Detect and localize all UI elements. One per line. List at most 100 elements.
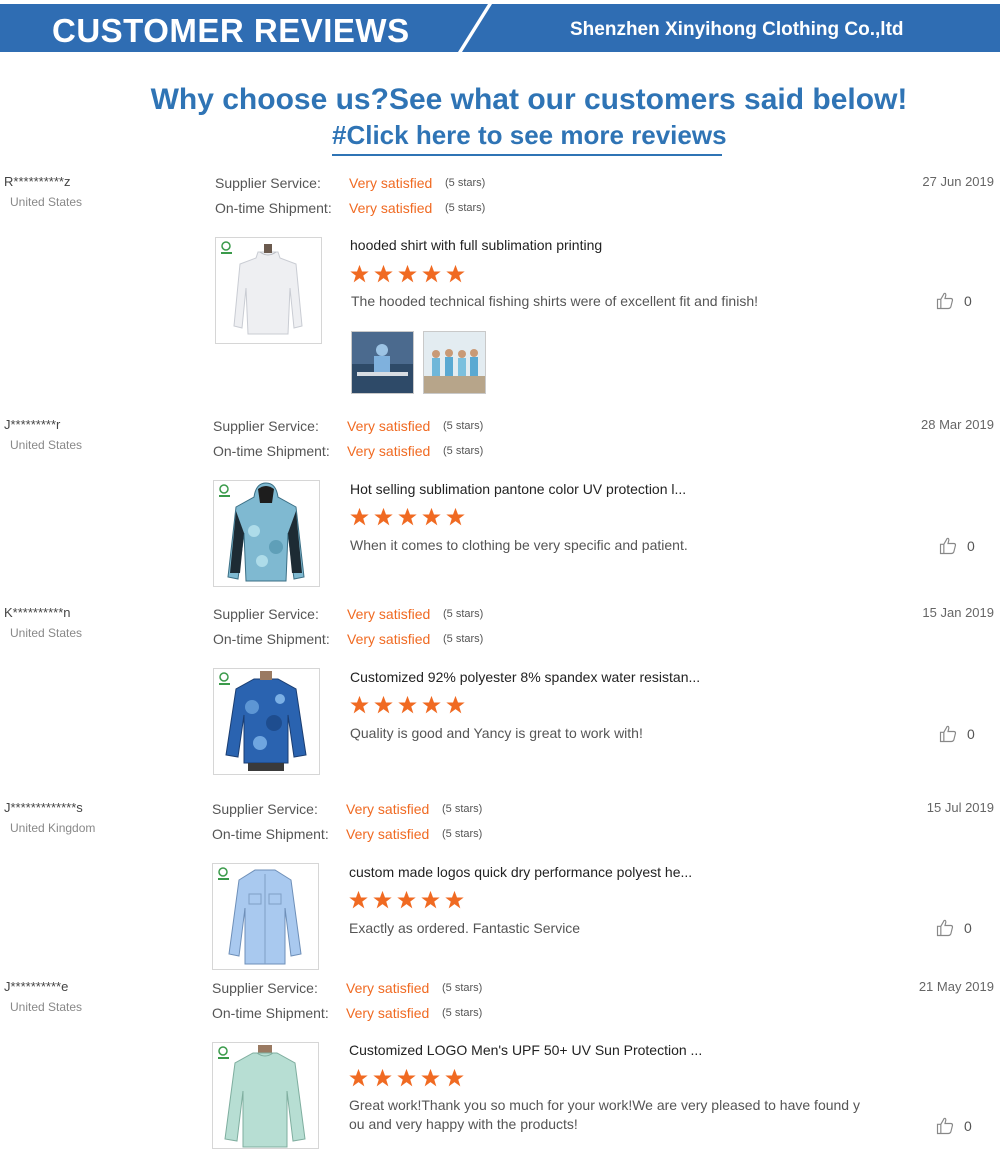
reviewer-country: United Kingdom: [10, 821, 96, 835]
customer-photo[interactable]: [423, 331, 486, 394]
like-count: 0: [964, 920, 972, 936]
review-date: 15 Jul 2019: [926, 800, 994, 815]
reviewer-country: United States: [10, 1000, 83, 1014]
shipment-value: Very satisfied: [349, 200, 433, 216]
supplier-service-stars: (5 stars): [442, 982, 483, 994]
star-icon: [397, 890, 416, 909]
product-title[interactable]: Customized LOGO Men's UPF 50+ UV Sun Pro…: [349, 1042, 702, 1058]
supplier-service-label: Supplier Service:: [212, 980, 318, 996]
boat-photo-image: [352, 332, 413, 393]
review-comment: Exactly as ordered. Fantastic Service: [349, 920, 581, 936]
group-photo-image: [424, 332, 485, 393]
star-icon: [422, 507, 441, 526]
star-icon: [446, 264, 465, 283]
supplier-service-stars: (5 stars): [445, 177, 486, 189]
thumbs-up-icon: [939, 725, 957, 743]
star-icon: [349, 890, 368, 909]
product-title[interactable]: Hot selling sublimation pantone color UV…: [350, 481, 686, 497]
star-icon: [398, 264, 417, 283]
like-count: 0: [964, 1118, 972, 1134]
like-button[interactable]: 0: [935, 918, 972, 938]
star-icon: [350, 264, 369, 283]
product-thumbnail[interactable]: [213, 480, 320, 587]
review-comment: Quality is good and Yancy is great to wo…: [350, 725, 643, 741]
shipment-label: On-time Shipment:: [215, 200, 332, 216]
like-button[interactable]: 0: [935, 1116, 972, 1136]
thumbs-up-icon: [936, 1117, 954, 1135]
rating-stars: [349, 695, 466, 715]
supplier-service-stars: (5 stars): [443, 420, 484, 432]
star-icon: [421, 890, 440, 909]
banner-title: CUSTOMER REVIEWS: [52, 12, 410, 49]
like-count: 0: [967, 726, 975, 742]
product-thumbnail[interactable]: [212, 863, 319, 970]
review-date: 15 Jan 2019: [922, 605, 994, 620]
review-comment: The hooded technical fishing shirts were…: [351, 293, 759, 309]
product-thumbnail[interactable]: [215, 237, 322, 344]
thumbs-up-icon: [936, 292, 954, 310]
like-count: 0: [967, 538, 975, 554]
review-date: 28 Mar 2019: [921, 417, 994, 432]
review-date: 21 May 2019: [918, 979, 994, 994]
company-name: Shenzhen Xinyihong Clothing Co.,ltd: [570, 19, 904, 40]
product-thumbnail[interactable]: [212, 1042, 319, 1149]
supplier-service-value: Very satisfied: [347, 606, 431, 622]
product-title[interactable]: Customized 92% polyester 8% spandex wate…: [350, 669, 700, 685]
star-icon: [446, 507, 465, 526]
header-banner: CUSTOMER REVIEWS Shenzhen Xinyihong Clot…: [0, 0, 1000, 58]
like-button[interactable]: 0: [935, 291, 972, 311]
camo-hoodie-image: [219, 482, 305, 582]
supplier-service-label: Supplier Service:: [212, 801, 318, 817]
white-shirt-image: [221, 241, 303, 335]
like-button[interactable]: 0: [938, 724, 975, 744]
shipment-stars: (5 stars): [443, 445, 484, 457]
star-icon: [421, 1068, 440, 1087]
reviewer-name: K**********n: [4, 605, 71, 620]
rating-stars: [349, 507, 466, 527]
star-icon: [373, 1068, 392, 1087]
star-icon: [398, 507, 417, 526]
review-item: J*************s United Kingdom 15 Jul 20…: [0, 800, 1000, 975]
customer-photo[interactable]: [351, 331, 414, 394]
shipment-stars: (5 stars): [442, 1007, 483, 1019]
review-date: 27 Jun 2019: [922, 174, 994, 189]
shipment-stars: (5 stars): [442, 828, 483, 840]
mint-shirt-image: [218, 1045, 306, 1148]
review-item: K**********n United States 15 Jan 2019 S…: [0, 605, 1000, 785]
product-thumbnail[interactable]: [213, 668, 320, 775]
shipment-stars: (5 stars): [445, 202, 486, 214]
star-icon: [398, 695, 417, 714]
star-icon: [374, 264, 393, 283]
star-icon: [397, 1068, 416, 1087]
like-count: 0: [964, 293, 972, 309]
supplier-service-value: Very satisfied: [346, 801, 430, 817]
supplier-service-label: Supplier Service:: [213, 606, 319, 622]
star-icon: [374, 695, 393, 714]
review-item: J**********e United States 21 May 2019 S…: [0, 979, 1000, 1159]
reviewer-country: United States: [10, 438, 83, 452]
product-title[interactable]: hooded shirt with full sublimation print…: [350, 237, 602, 253]
like-button[interactable]: 0: [938, 536, 975, 556]
shipment-label: On-time Shipment:: [213, 443, 330, 459]
supplier-service-label: Supplier Service:: [213, 418, 319, 434]
shipment-value: Very satisfied: [346, 826, 430, 842]
reviewer-name: J**********e: [4, 979, 69, 994]
shipment-label: On-time Shipment:: [212, 826, 329, 842]
star-icon: [350, 695, 369, 714]
shipment-value: Very satisfied: [346, 1005, 430, 1021]
supplier-service-value: Very satisfied: [347, 418, 431, 434]
shipment-stars: (5 stars): [443, 633, 484, 645]
product-title[interactable]: custom made logos quick dry performance …: [349, 864, 692, 880]
star-icon: [422, 264, 441, 283]
blue-camo-shirt-image: [219, 671, 307, 771]
star-icon: [422, 695, 441, 714]
reviewer-country: United States: [10, 195, 83, 209]
shipment-value: Very satisfied: [347, 443, 431, 459]
page-headline: Why choose us?See what our customers sai…: [150, 83, 908, 116]
more-reviews-link[interactable]: #Click here to see more reviews: [332, 120, 727, 156]
supplier-service-stars: (5 stars): [443, 608, 484, 620]
star-icon: [374, 507, 393, 526]
rating-stars: [349, 264, 466, 284]
supplier-service-label: Supplier Service:: [215, 175, 321, 191]
reviewer-name: R**********z: [4, 174, 71, 189]
